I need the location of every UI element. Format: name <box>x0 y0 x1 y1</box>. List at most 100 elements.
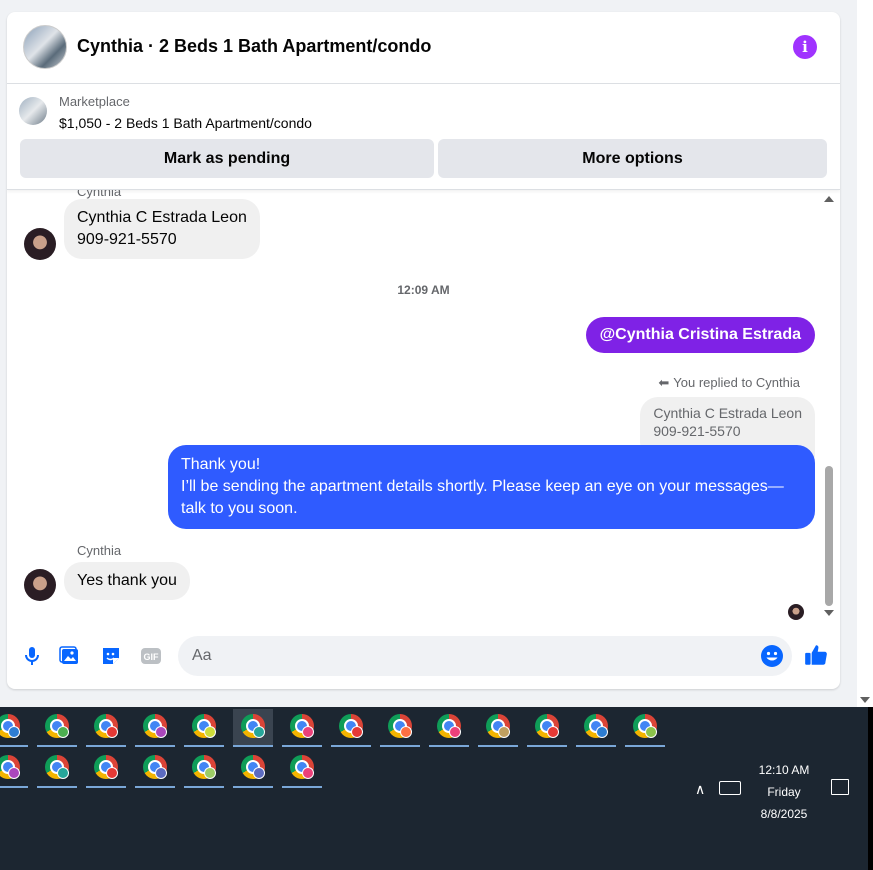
sticker-icon[interactable] <box>99 644 123 668</box>
profile-badge-icon <box>302 726 314 738</box>
message-list: Cynthia Cynthia C Estrada Leon 909-921-5… <box>7 190 840 630</box>
message-input[interactable] <box>192 636 752 676</box>
clock-time: 12:10 AM <box>758 763 810 777</box>
replied-indicator: ⬅ You replied to Cynthia <box>658 375 800 391</box>
chrome-taskbar-button[interactable] <box>184 750 224 788</box>
gif-icon[interactable]: GIF <box>139 644 163 668</box>
page-scrollbar[interactable] <box>857 0 873 707</box>
listing-price-title[interactable]: $1,050 - 2 Beds 1 Bath Apartment/condo <box>59 115 312 131</box>
chrome-taskbar-button[interactable] <box>331 709 371 747</box>
notification-icon[interactable] <box>831 779 849 795</box>
chrome-taskbar-button[interactable] <box>233 750 273 788</box>
running-indicator <box>86 745 126 747</box>
seen-indicator-avatar <box>788 604 804 620</box>
chrome-taskbar-button[interactable] <box>86 709 126 747</box>
profile-badge-icon <box>204 726 216 738</box>
profile-badge-icon <box>645 726 657 738</box>
more-options-button[interactable]: More options <box>438 139 827 178</box>
running-indicator <box>233 786 273 788</box>
running-indicator <box>478 745 518 747</box>
running-indicator <box>135 745 175 747</box>
chrome-taskbar-button[interactable] <box>625 709 665 747</box>
replied-label: You replied to Cynthia <box>673 375 800 390</box>
message-composer: GIF <box>7 630 840 689</box>
profile-badge-icon <box>204 767 216 779</box>
chrome-taskbar-button[interactable] <box>527 709 567 747</box>
chrome-taskbar-button[interactable] <box>135 709 175 747</box>
running-indicator <box>282 786 322 788</box>
taskbar-edge <box>868 707 873 870</box>
running-indicator <box>0 786 28 788</box>
scroll-down-arrow-icon[interactable] <box>824 610 834 616</box>
profile-badge-icon <box>106 726 118 738</box>
running-indicator <box>429 745 469 747</box>
chrome-taskbar-button[interactable] <box>429 709 469 747</box>
message-bubble-reply[interactable]: Yes thank you <box>64 562 190 600</box>
profile-badge-icon <box>8 767 20 779</box>
message-input-container[interactable] <box>178 636 792 676</box>
profile-badge-icon <box>155 767 167 779</box>
system-clock[interactable]: 12:10 AM Friday 8/8/2025 <box>750 759 818 825</box>
thumbs-up-icon[interactable] <box>803 642 829 668</box>
running-indicator <box>331 745 371 747</box>
scroll-down-arrow-icon[interactable] <box>860 697 870 703</box>
listing-avatar[interactable] <box>23 25 67 69</box>
profile-badge-icon <box>253 767 265 779</box>
chrome-taskbar-button[interactable] <box>86 750 126 788</box>
profile-badge-icon <box>498 726 510 738</box>
marketplace-listing-bar: Marketplace $1,050 - 2 Beds 1 Bath Apart… <box>7 84 840 190</box>
profile-badge-icon <box>57 726 69 738</box>
chrome-taskbar-button[interactable] <box>0 709 28 747</box>
scroll-up-arrow-icon[interactable] <box>824 196 834 202</box>
chrome-taskbar-button[interactable] <box>282 750 322 788</box>
chat-header: Cynthia · 2 Beds 1 Bath Apartment/condo … <box>7 12 840 84</box>
chrome-taskbar-button[interactable] <box>37 709 77 747</box>
running-indicator <box>37 786 77 788</box>
message-scrollbar[interactable] <box>824 196 834 616</box>
info-icon[interactable]: i <box>793 35 817 59</box>
profile-badge-icon <box>547 726 559 738</box>
profile-badge-icon <box>106 767 118 779</box>
message-bubble-mention[interactable]: @Cynthia Cristina Estrada <box>585 317 815 353</box>
listing-thumbnail[interactable] <box>19 97 47 125</box>
keyboard-icon[interactable] <box>719 781 741 795</box>
chat-title[interactable]: Cynthia · 2 Beds 1 Bath Apartment/condo <box>77 36 431 57</box>
chrome-taskbar-button[interactable] <box>37 750 77 788</box>
running-indicator <box>37 745 77 747</box>
chat-window: Cynthia · 2 Beds 1 Bath Apartment/condo … <box>7 12 840 689</box>
avatar[interactable] <box>24 569 56 601</box>
clock-day: Friday <box>767 785 801 799</box>
running-indicator <box>380 745 420 747</box>
chrome-taskbar-button[interactable] <box>282 709 322 747</box>
avatar[interactable] <box>24 228 56 260</box>
emoji-icon[interactable] <box>760 644 784 668</box>
chrome-taskbar-button[interactable] <box>184 709 224 747</box>
running-indicator <box>527 745 567 747</box>
message-bubble-contact[interactable]: Cynthia C Estrada Leon 909-921-5570 <box>64 199 260 259</box>
profile-badge-icon <box>253 726 265 738</box>
chrome-taskbar-button[interactable] <box>478 709 518 747</box>
profile-badge-icon <box>302 767 314 779</box>
sender-name: Cynthia <box>77 543 122 558</box>
profile-badge-icon <box>449 726 461 738</box>
running-indicator <box>625 745 665 747</box>
running-indicator <box>0 745 28 747</box>
chrome-taskbar-button[interactable] <box>135 750 175 788</box>
chrome-taskbar-button[interactable] <box>233 709 273 747</box>
chrome-taskbar-button[interactable] <box>576 709 616 747</box>
profile-badge-icon <box>400 726 412 738</box>
microphone-icon[interactable] <box>20 644 44 668</box>
running-indicator <box>184 745 224 747</box>
chrome-taskbar-button[interactable] <box>0 750 28 788</box>
listing-source: Marketplace <box>59 94 130 109</box>
profile-badge-icon <box>155 726 167 738</box>
chevron-up-icon[interactable]: ∧ <box>695 781 705 798</box>
running-indicator <box>282 745 322 747</box>
running-indicator <box>184 786 224 788</box>
mark-as-pending-button[interactable]: Mark as pending <box>20 139 434 178</box>
chrome-taskbar-button[interactable] <box>380 709 420 747</box>
scrollbar-thumb[interactable] <box>825 466 833 606</box>
profile-badge-icon <box>351 726 363 738</box>
image-icon[interactable] <box>58 644 82 668</box>
message-bubble-outgoing[interactable]: Thank you! I’ll be sending the apartment… <box>168 445 815 529</box>
